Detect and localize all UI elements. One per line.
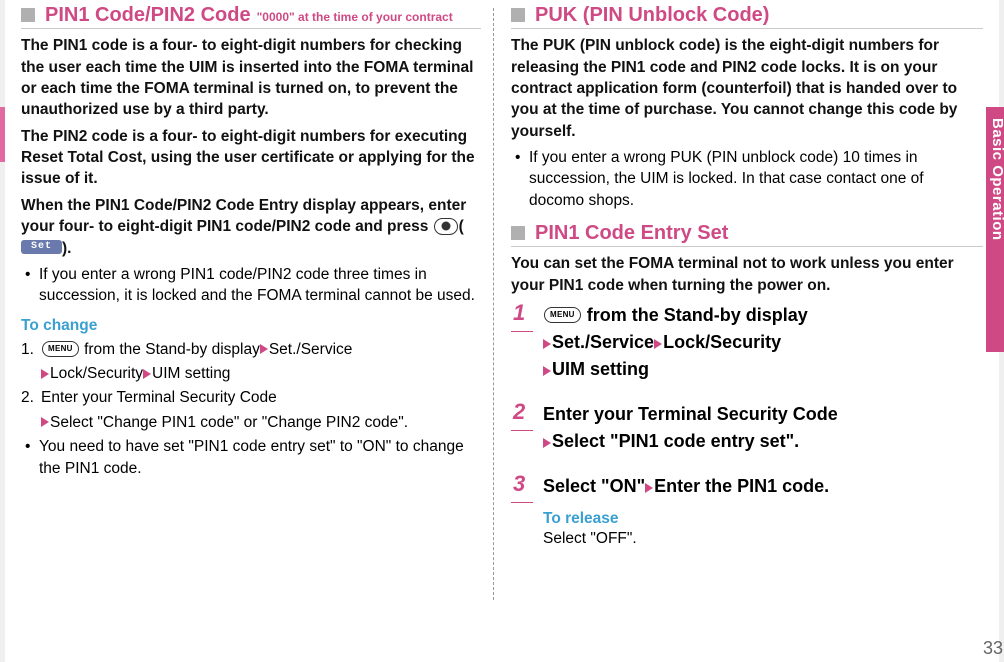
section-heading-pin-code: PIN1 Code/PIN2 Code "0000" at the time o… (21, 3, 481, 29)
step-number: 3 (513, 471, 525, 497)
paragraph: When the PIN1 Code/PIN2 Code Entry displ… (21, 195, 481, 259)
triangle-icon (41, 417, 49, 427)
text-fragment: Set./Service (269, 341, 353, 358)
step-number: 1 (513, 300, 525, 326)
paragraph: The PUK (PIN unblock code) is the eight-… (511, 35, 983, 142)
bullet-item: You need to have set "PIN1 code entry se… (21, 436, 481, 479)
text-fragment: UIM setting (152, 365, 230, 382)
section-title: PUK (PIN Unblock Code) (535, 3, 769, 28)
left-column: PIN1 Code/PIN2 Code "0000" at the time o… (9, 0, 489, 662)
numbered-line: 1. MENU from the Stand-by display Set./Se… (21, 339, 481, 360)
menu-key-icon: MENU (42, 341, 79, 357)
right-column: PUK (PIN Unblock Code) The PUK (PIN unbl… (499, 0, 991, 662)
bullet-item: If you enter a wrong PUK (PIN unblock co… (511, 147, 983, 211)
paragraph-fragment: When the PIN1 Code/PIN2 Code Entry displ… (21, 197, 466, 235)
text-fragment: Select "PIN1 code entry set". (552, 431, 799, 451)
column-divider (493, 8, 495, 600)
step-divider-icon (511, 501, 533, 503)
softkey-set-icon: Set (21, 240, 62, 254)
text-fragment: Enter your Terminal Security Code (41, 389, 277, 406)
indented-line: Lock/Security UIM setting (21, 363, 481, 384)
paragraph: You can set the FOMA terminal not to wor… (511, 253, 983, 296)
steps-list: 1 MENU from the Stand-by display Set./Se… (511, 302, 983, 548)
step-divider-icon (511, 330, 533, 332)
triangle-icon (260, 344, 268, 354)
step-body: Enter your Terminal Security Code Select… (543, 401, 983, 455)
text-fragment: Enter the PIN1 code. (654, 476, 829, 496)
section-heading-entry-set: PIN1 Code Entry Set (511, 221, 983, 247)
triangle-icon (143, 369, 151, 379)
step-subhead-release: To release (543, 510, 983, 528)
step-divider-icon (511, 429, 533, 431)
triangle-icon (543, 366, 551, 376)
triangle-icon (645, 483, 653, 493)
paragraph-fragment: ). (62, 240, 71, 257)
step-3: 3 Select "ON" Enter the PIN1 code. To rel… (511, 473, 983, 548)
section-title: PIN1 Code Entry Set (535, 221, 728, 246)
center-key-icon (434, 218, 458, 235)
text-fragment: Set./Service (552, 332, 654, 352)
step-body: Select "ON" Enter the PIN1 code. (543, 473, 983, 500)
text-fragment: from the Stand-by display (582, 305, 808, 325)
text-fragment: Select "ON" (543, 476, 645, 496)
list-number: 2. (21, 387, 34, 408)
section-marker-icon (21, 8, 35, 22)
numbered-line: 2. Enter your Terminal Security Code (21, 387, 481, 408)
step-1: 1 MENU from the Stand-by display Set./Se… (511, 302, 983, 383)
triangle-icon (543, 339, 551, 349)
paragraph: The PIN1 code is a four- to eight-digit … (21, 35, 481, 121)
paragraph: The PIN2 code is a four- to eight-digit … (21, 126, 481, 190)
triangle-icon (41, 369, 49, 379)
paragraph-fragment: ( (459, 218, 464, 235)
section-subtitle: "0000" at the time of your contract (257, 10, 453, 25)
text-fragment: from the Stand-by display (80, 341, 260, 358)
triangle-icon (543, 438, 551, 448)
section-marker-icon (511, 226, 525, 240)
indented-line: Select "Change PIN1 code" or "Change PIN… (21, 412, 481, 433)
step-2: 2 Enter your Terminal Security Code Sele… (511, 401, 983, 455)
step-body: MENU from the Stand-by display Set./Serv… (543, 302, 983, 383)
text-fragment: Select "Change PIN1 code" or "Change PIN… (50, 414, 408, 431)
list-number: 1. (21, 339, 34, 360)
section-heading-puk: PUK (PIN Unblock Code) (511, 3, 983, 29)
text-fragment: UIM setting (552, 359, 649, 379)
text-fragment: Lock/Security (663, 332, 781, 352)
bullet-item: If you enter a wrong PIN1 code/PIN2 code… (21, 264, 481, 307)
menu-key-icon: MENU (544, 307, 581, 323)
triangle-icon (654, 339, 662, 349)
right-tab-rail: Basic Operation (999, 0, 1004, 662)
text-fragment: Enter your Terminal Security Code (543, 404, 838, 424)
step-note: Select "OFF". (543, 530, 983, 548)
text-fragment: Lock/Security (50, 365, 143, 382)
page-number: 33 (983, 638, 1003, 659)
section-title: PIN1 Code/PIN2 Code (45, 3, 251, 28)
content-columns: PIN1 Code/PIN2 Code "0000" at the time o… (5, 0, 999, 662)
subheading-to-change: To change (21, 317, 481, 335)
section-marker-icon (511, 8, 525, 22)
step-number: 2 (513, 399, 525, 425)
page: PIN1 Code/PIN2 Code "0000" at the time o… (0, 0, 1004, 662)
side-tab-label: Basic Operation (989, 118, 1004, 241)
